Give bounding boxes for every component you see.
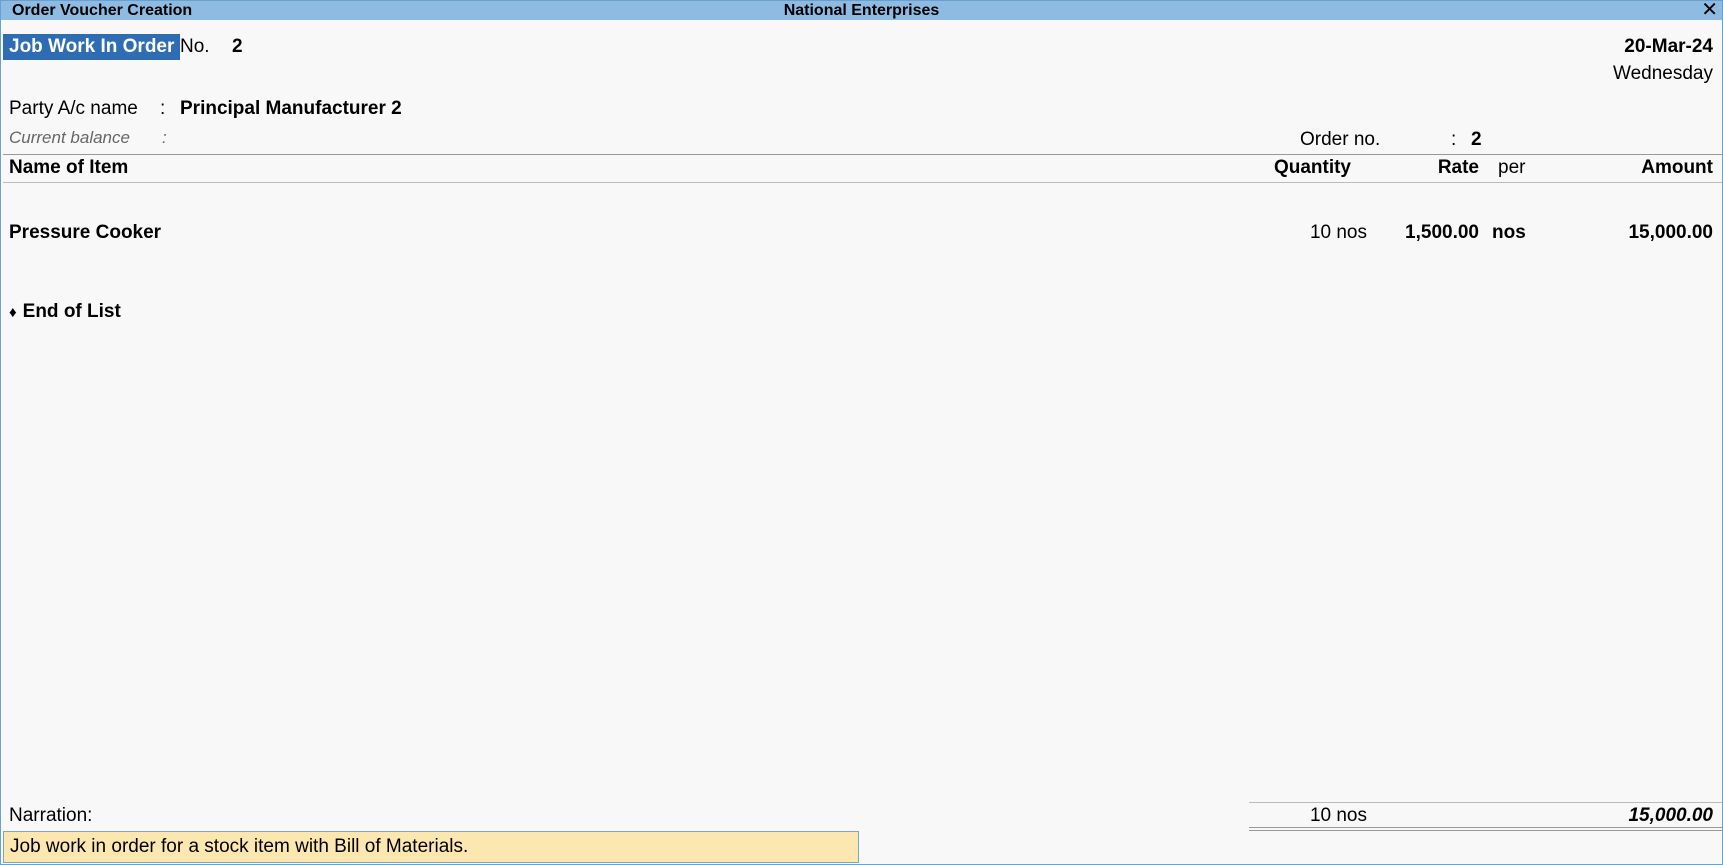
column-header-name: Name of Item (9, 157, 129, 178)
total-amount: 15,000.00 (1628, 805, 1713, 826)
column-header-amount: Amount (1641, 157, 1713, 178)
total-quantity: 10 nos (1309, 805, 1367, 826)
voucher-date[interactable]: 20-Mar-24 (1624, 34, 1713, 60)
order-no-field[interactable]: 2 (1471, 127, 1482, 153)
divider (1249, 830, 1722, 831)
item-per-cell[interactable]: nos (1492, 220, 1526, 246)
narration-field[interactable]: Job work in order for a stock item with … (3, 831, 859, 863)
item-name-cell[interactable]: Pressure Cooker (9, 220, 161, 246)
voucher-no-label: No. (180, 36, 210, 57)
divider (1249, 827, 1722, 828)
voucher-no-value[interactable]: 2 (232, 34, 243, 60)
company-name: National Enterprises (783, 2, 940, 19)
column-header-rate: Rate (1437, 157, 1479, 178)
voucher-day: Wednesday (1613, 63, 1713, 84)
item-amount-cell[interactable]: 15,000.00 (1628, 220, 1713, 246)
item-rate-cell[interactable]: 1,500.00 (1381, 220, 1479, 246)
party-colon: : (160, 98, 166, 119)
title-bar: Order Voucher Creation National Enterpri… (1, 0, 1722, 20)
party-label: Party A/c name (9, 98, 138, 119)
narration-label: Narration: (9, 805, 93, 826)
end-of-list-item[interactable]: ♦ End of List (9, 299, 121, 326)
current-balance-colon: : (162, 128, 167, 147)
end-of-list-label: End of List (22, 301, 121, 322)
close-icon[interactable]: ✕ (1701, 0, 1718, 20)
divider (3, 182, 1722, 183)
voucher-window: Order Voucher Creation National Enterpri… (0, 0, 1723, 865)
column-header-per: per (1498, 157, 1526, 178)
order-no-colon: : (1451, 129, 1457, 150)
diamond-icon: ♦ (9, 304, 17, 321)
column-header-quantity: Quantity (1273, 157, 1351, 178)
voucher-type-field[interactable]: Job Work In Order (3, 34, 181, 60)
item-quantity-cell[interactable]: 10 nos (1267, 220, 1367, 246)
party-name-field[interactable]: Principal Manufacturer 2 (180, 96, 402, 122)
current-balance-label: Current balance (9, 128, 130, 147)
order-no-label: Order no. (1300, 129, 1381, 150)
